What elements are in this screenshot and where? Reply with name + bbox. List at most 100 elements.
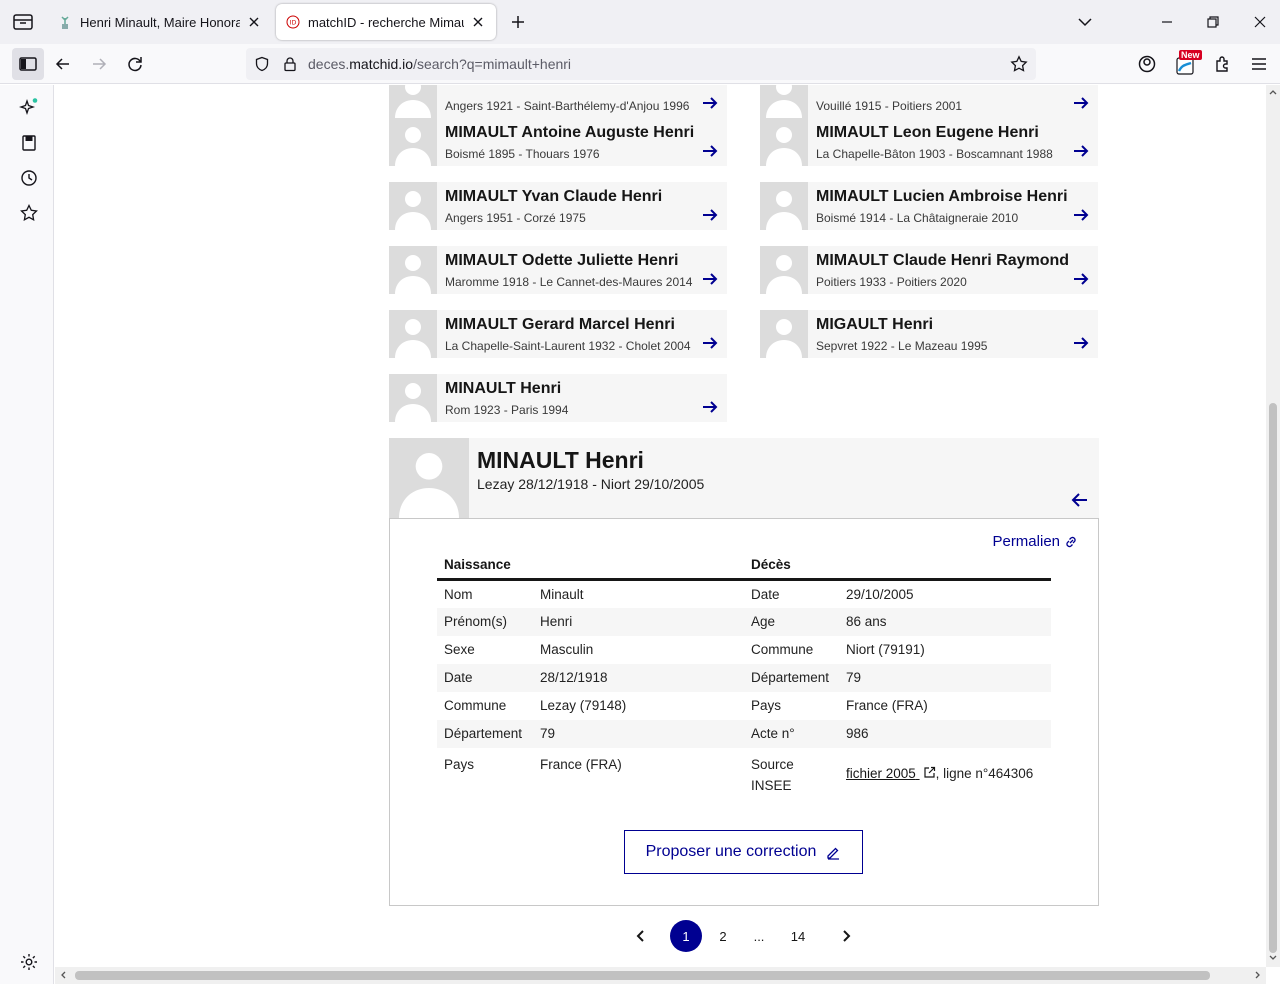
- forward-icon[interactable]: [89, 54, 109, 74]
- death-label: Age: [744, 607, 839, 636]
- lock-icon[interactable]: [282, 56, 298, 72]
- birth-label: Date: [437, 663, 533, 692]
- arrow-right-icon[interactable]: [701, 334, 719, 352]
- person-avatar: [760, 246, 808, 294]
- address-bar[interactable]: deces.matchid.io/search?q=mimault+henri: [246, 48, 1036, 80]
- close-window-icon[interactable]: [1250, 12, 1270, 32]
- person-avatar: [389, 374, 437, 422]
- tab-henri-minault[interactable]: Henri Minault, Maire Honoraire: [48, 4, 272, 40]
- scroll-up-icon[interactable]: [1268, 87, 1278, 97]
- correction-label: Proposer une correction: [645, 843, 817, 860]
- extensions-puzzle-icon[interactable]: [1213, 54, 1233, 74]
- account-icon[interactable]: [1137, 54, 1157, 74]
- tab-matchid[interactable]: ID matchID - recherche Mimault H: [276, 4, 496, 40]
- arrow-right-icon[interactable]: [1072, 94, 1090, 112]
- birth-label: Nom: [444, 586, 473, 602]
- result-card[interactable]: MIMAULT Antoine Auguste Henri Boismé 1895…: [389, 118, 727, 166]
- horizontal-scroll-thumb[interactable]: [75, 971, 1210, 980]
- back-arrow-icon[interactable]: [1070, 490, 1090, 510]
- chevron-left-icon[interactable]: [633, 928, 649, 944]
- minimize-icon[interactable]: [1157, 12, 1177, 32]
- scroll-right-icon[interactable]: [1253, 970, 1263, 980]
- arrow-right-icon[interactable]: [1072, 142, 1090, 160]
- death-value: France (FRA): [846, 698, 928, 713]
- page-2[interactable]: 2: [707, 920, 739, 952]
- tab-title: matchID - recherche Mimault H: [308, 14, 464, 30]
- death-label: Commune: [751, 642, 814, 657]
- scroll-down-icon[interactable]: [1268, 953, 1278, 963]
- web-page: Angers 1921 - Saint-Barthélemy-d'Anjou 1…: [55, 85, 1266, 967]
- tab-list-icon[interactable]: [12, 12, 34, 32]
- arrow-right-icon[interactable]: [701, 94, 719, 112]
- restore-icon[interactable]: [1203, 12, 1223, 32]
- arrow-right-icon[interactable]: [1072, 206, 1090, 224]
- page-14[interactable]: 14: [782, 920, 814, 952]
- close-icon[interactable]: [470, 14, 486, 30]
- detail-header: MINAULT Henri Lezay 28/12/1918 - Niort 2…: [389, 438, 1099, 518]
- arrow-right-icon[interactable]: [701, 206, 719, 224]
- result-card[interactable]: MIMAULT Leon Eugene Henri La Chapelle-Bât…: [760, 118, 1098, 166]
- birth-value: France (FRA): [540, 756, 622, 772]
- settings-gear-icon[interactable]: [19, 952, 39, 972]
- new-tab-icon[interactable]: [508, 12, 528, 32]
- vertical-scroll-thumb[interactable]: [1269, 403, 1277, 953]
- result-life: La Chapelle-Saint-Laurent 1932 - Cholet …: [445, 339, 691, 353]
- result-card[interactable]: MIGAULT Henri Sepvret 1922 - Le Mazeau 19…: [760, 310, 1098, 358]
- person-avatar: [389, 182, 437, 230]
- new-badge: New: [1179, 50, 1202, 60]
- result-card[interactable]: MIMAULT Yvan Claude Henri Angers 1951 - C…: [389, 182, 727, 230]
- arrow-right-icon[interactable]: [701, 270, 719, 288]
- arrow-right-icon[interactable]: [701, 142, 719, 160]
- horizontal-scrollbar[interactable]: [55, 967, 1266, 984]
- result-name: MIMAULT Gerard Marcel Henri: [445, 316, 675, 333]
- result-life: Boismé 1895 - Thouars 1976: [445, 147, 600, 161]
- person-silhouette-icon: [389, 118, 437, 166]
- result-card[interactable]: MIMAULT Claude Henri Raymond Poitiers 193…: [760, 246, 1098, 294]
- death-label: Pays: [751, 698, 782, 713]
- bookmark-star-icon[interactable]: [1010, 55, 1028, 73]
- new-extension-button[interactable]: New: [1175, 50, 1202, 76]
- result-card[interactable]: MINAULT Henri Rom 1923 - Paris 1994: [389, 374, 727, 422]
- sidebar-toggle-button[interactable]: [12, 48, 44, 80]
- table-row: Prénom(s) Henri Age 86 ans: [437, 607, 1051, 636]
- browser-sidebar: [0, 85, 54, 984]
- result-life: Sepvret 1922 - Le Mazeau 1995: [816, 339, 988, 353]
- permalink-link[interactable]: Permalien: [992, 533, 1078, 550]
- result-life: Poitiers 1933 - Poitiers 2020: [816, 275, 967, 289]
- result-life: Maromme 1918 - Le Cannet-des-Maures 2014: [445, 275, 693, 289]
- result-card[interactable]: MIMAULT Odette Juliette Henri Maromme 191…: [389, 246, 727, 294]
- arrow-right-icon[interactable]: [1072, 334, 1090, 352]
- chevron-right-icon[interactable]: [838, 928, 854, 944]
- result-name: MIGAULT Henri: [816, 316, 934, 333]
- result-name: MIMAULT Lucien Ambroise Henri: [816, 188, 1068, 205]
- reload-icon[interactable]: [125, 54, 145, 74]
- person-silhouette-icon: [389, 310, 437, 358]
- bookmarks-star-icon[interactable]: [19, 203, 39, 223]
- close-icon[interactable]: [246, 14, 262, 30]
- chevron-down-icon[interactable]: [1075, 12, 1095, 32]
- permalink-label: Permalien: [992, 533, 1060, 550]
- result-card[interactable]: MIMAULT Gerard Marcel Henri La Chapelle-S…: [389, 310, 727, 358]
- arrow-right-icon[interactable]: [1072, 270, 1090, 288]
- result-card[interactable]: Vouillé 1915 - Poitiers 2001: [760, 85, 1098, 118]
- ai-sparkle-icon[interactable]: [19, 97, 39, 117]
- source-file-link[interactable]: fichier 2005: [846, 766, 936, 781]
- vertical-scrollbar[interactable]: [1266, 85, 1280, 967]
- page-ellipsis: ...: [753, 928, 765, 944]
- matchid-favicon-icon: ID: [286, 15, 300, 29]
- link-icon: [1066, 536, 1076, 547]
- menu-icon[interactable]: [1249, 54, 1269, 74]
- scroll-left-icon[interactable]: [58, 970, 68, 980]
- synced-tabs-icon[interactable]: [19, 133, 39, 153]
- history-clock-icon[interactable]: [19, 168, 39, 188]
- arrow-right-icon[interactable]: [701, 398, 719, 416]
- birth-header: Naissance: [437, 555, 744, 581]
- page-1[interactable]: 1: [670, 920, 702, 952]
- person-avatar: [760, 118, 808, 166]
- back-icon[interactable]: [53, 54, 73, 74]
- shield-icon[interactable]: [254, 56, 270, 72]
- propose-correction-button[interactable]: Proposer une correction: [624, 830, 863, 874]
- person-avatar: [760, 85, 808, 118]
- result-card[interactable]: Angers 1921 - Saint-Barthélemy-d'Anjou 1…: [389, 85, 727, 118]
- result-card[interactable]: MIMAULT Lucien Ambroise Henri Boismé 1914…: [760, 182, 1098, 230]
